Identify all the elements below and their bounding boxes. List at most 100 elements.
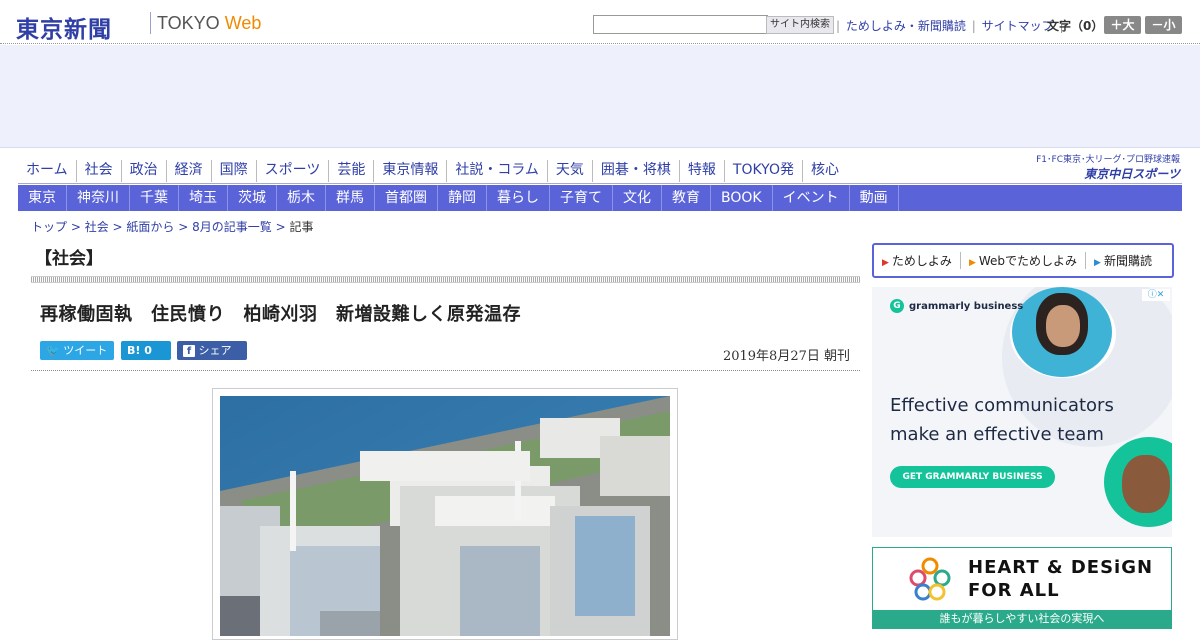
nav-entertainment[interactable]: 芸能	[329, 160, 375, 182]
link-separator: |	[971, 19, 976, 33]
chunichi-tagline: F1･FC東京･大リーグ･プロ野球速報	[1036, 155, 1180, 165]
breadcrumb-top[interactable]: トップ	[31, 220, 67, 234]
chunichi-sports-banner[interactable]: F1･FC東京･大リーグ･プロ野球速報 東京中日スポーツ	[1020, 152, 1180, 182]
section-divider	[31, 276, 860, 283]
tweet-button[interactable]: 🐦 ツイート	[40, 341, 114, 360]
promo-label: 新聞購読	[1103, 254, 1152, 268]
person-photo	[1122, 455, 1170, 513]
twitter-icon: 🐦	[46, 344, 60, 357]
nav2-events[interactable]: イベント	[773, 185, 850, 211]
link-separator: |	[836, 19, 841, 33]
nav-politics[interactable]: 政治	[122, 160, 167, 182]
promo-label: ためしよみ	[891, 254, 952, 268]
breadcrumb-print[interactable]: 紙面から	[126, 220, 174, 234]
nav-core[interactable]: 核心	[803, 160, 847, 182]
hatena-bookmark-button[interactable]: B! 0	[121, 341, 171, 360]
header-divider	[0, 43, 1200, 44]
logo-divider	[150, 12, 151, 34]
breadcrumb-month-list[interactable]: 8月の記事一覧	[192, 220, 272, 234]
nav2-tochigi[interactable]: 栃木	[277, 185, 326, 211]
nav2-chiba[interactable]: 千葉	[130, 185, 179, 211]
arrow-right-icon: ▶	[882, 258, 889, 268]
breadcrumb-society[interactable]: 社会	[85, 220, 109, 234]
tweet-label: ツイート	[63, 344, 108, 357]
breadcrumb-current: 記事	[289, 220, 314, 234]
facebook-icon: f	[183, 345, 195, 357]
site-logo[interactable]: 東京新聞	[16, 10, 112, 44]
facebook-share-button[interactable]: f シェア 4	[177, 341, 247, 376]
trial-subscribe-link[interactable]: ためしよみ・新聞購読	[846, 19, 966, 33]
article-headline: 再稼働固執 住民憤り 柏崎刈羽 新増設難しく原発温存	[40, 304, 521, 325]
grammarly-brand-text: grammarly business	[909, 300, 1024, 312]
font-smaller-button[interactable]: －小	[1145, 16, 1182, 34]
nav-weather[interactable]: 天気	[548, 160, 593, 182]
article-date: 2019年8月27日 朝刊	[722, 349, 850, 364]
nav-go-shogi[interactable]: 囲碁・将棋	[593, 160, 680, 182]
search-input[interactable]	[593, 15, 768, 34]
regional-nav: 東京 神奈川 千葉 埼玉 茨城 栃木 群馬 首都圏 静岡 暮らし 子育て 文化 …	[18, 185, 1182, 211]
logo-tokyo-text: TOKYO	[157, 13, 220, 33]
nav2-video[interactable]: 動画	[850, 185, 899, 211]
promo-trial-read[interactable]: ▶ ためしよみ	[874, 252, 961, 269]
font-larger-button[interactable]: ＋大	[1104, 16, 1141, 34]
nav-tokyo-hatsu[interactable]: TOKYO発	[725, 160, 803, 182]
promo-subscribe[interactable]: ▶ 新聞購読	[1086, 252, 1160, 269]
grammarly-headline-2: make an effective team	[890, 424, 1104, 445]
hatena-count: 0	[144, 344, 152, 357]
site-search-button[interactable]: サイト内検索	[766, 16, 834, 34]
nav2-gunma[interactable]: 群馬	[326, 185, 375, 211]
ad-info-icon[interactable]: ⓘ✕	[1142, 289, 1170, 301]
nav2-parenting[interactable]: 子育て	[550, 185, 613, 211]
grammarly-cta-button[interactable]: GET GRAMMARLY BUSINESS	[890, 466, 1055, 488]
fb-share-label: シェア	[198, 344, 232, 357]
nav-society[interactable]: 社会	[77, 160, 122, 182]
nav2-culture[interactable]: 文化	[613, 185, 662, 211]
heart-design-ad[interactable]: HEART & DESiGN FOR ALL 誰もが暮らしやすい社会の実現へ	[872, 547, 1172, 629]
subscription-promo-bar: ▶ ためしよみ ▶ Webでためしよみ ▶ 新聞購読	[872, 243, 1174, 278]
arrow-right-icon: ▶	[1094, 258, 1101, 268]
nav-editorial-column[interactable]: 社説・コラム	[447, 160, 548, 182]
primary-nav: ホーム 社会 政治 経済 国際 スポーツ 芸能 東京情報 社説・コラム 天気 囲…	[18, 160, 847, 182]
tokyo-web-logo[interactable]: TOKYO Web	[157, 13, 261, 34]
grammarly-headline-1: Effective communicators	[890, 395, 1114, 416]
nav2-shizuoka[interactable]: 静岡	[438, 185, 487, 211]
ad-divider	[0, 147, 1200, 148]
grammarly-g-icon: G	[890, 299, 904, 313]
nav2-book[interactable]: BOOK	[711, 185, 773, 211]
hatena-icon: B!	[127, 344, 141, 357]
nav-tokyo-info[interactable]: 東京情報	[374, 160, 448, 182]
nav-divider	[18, 183, 1182, 184]
nav2-living[interactable]: 暮らし	[487, 185, 550, 211]
breadcrumb: トップ > 社会 > 紙面から > 8月の記事一覧 > 記事	[31, 220, 314, 234]
top-ad-banner[interactable]	[0, 45, 1200, 147]
sitemap-link[interactable]: サイトマップ	[982, 19, 1054, 33]
arrow-right-icon: ▶	[968, 258, 976, 268]
nav-sports[interactable]: スポーツ	[257, 160, 330, 182]
nav2-education[interactable]: 教育	[662, 185, 711, 211]
logo-web-text: Web	[224, 13, 262, 33]
nav2-saitama[interactable]: 埼玉	[179, 185, 228, 211]
nav2-ibaraki[interactable]: 茨城	[228, 185, 277, 211]
nav-home[interactable]: ホーム	[18, 160, 77, 182]
promo-label: Webでためしよみ	[978, 254, 1078, 268]
nav2-tokyo[interactable]: 東京	[18, 185, 67, 211]
grammarly-ad[interactable]: G grammarly business ⓘ✕ Effective commun…	[872, 287, 1172, 537]
heart-design-title-1: HEART & DESiGN	[968, 557, 1154, 578]
chunichi-logo: 東京中日スポーツ	[1084, 167, 1180, 181]
section-title: 【社会】	[35, 249, 103, 269]
grammarly-logo: G grammarly business	[890, 299, 1023, 313]
heart-design-title-2: FOR ALL	[968, 580, 1060, 601]
heart-design-logo-icon	[907, 556, 953, 602]
person-photo	[1012, 287, 1112, 377]
font-size-label: 文字（0）	[1047, 19, 1104, 33]
heart-design-subtitle: 誰もが暮らしやすい社会の実現へ	[873, 610, 1171, 628]
nav-international[interactable]: 国際	[212, 160, 257, 182]
promo-web-trial[interactable]: ▶ Webでためしよみ	[961, 252, 1087, 269]
article-photo[interactable]	[220, 396, 670, 636]
nav-special-report[interactable]: 特報	[680, 160, 725, 182]
nav-economy[interactable]: 経済	[167, 160, 212, 182]
nav2-capital-region[interactable]: 首都圏	[375, 185, 438, 211]
header-links: | ためしよみ・新聞購読 | サイトマップ |	[834, 17, 1065, 34]
nav2-kanagawa[interactable]: 神奈川	[67, 185, 130, 211]
article-divider	[31, 370, 860, 371]
